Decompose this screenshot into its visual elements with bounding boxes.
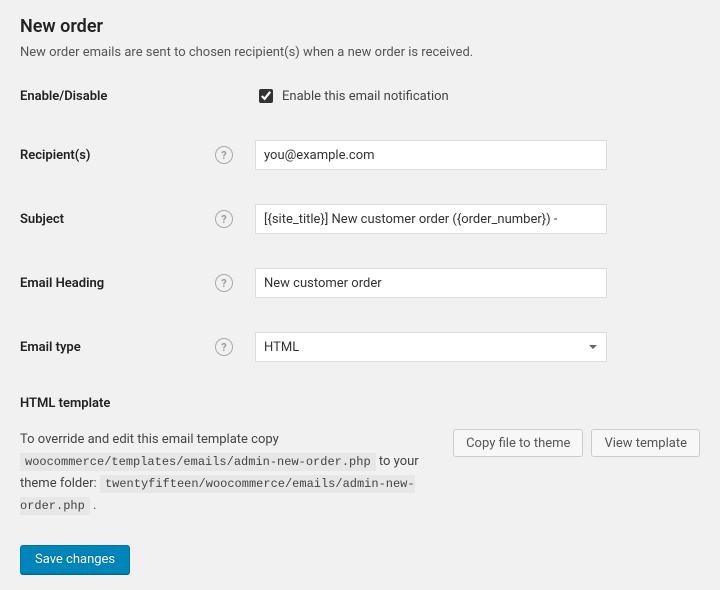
heading-input[interactable] xyxy=(255,268,607,298)
help-icon[interactable]: ? xyxy=(215,146,233,164)
subject-input[interactable] xyxy=(255,204,607,234)
enable-checkbox[interactable] xyxy=(259,89,273,103)
view-template-button[interactable]: View template xyxy=(591,429,700,457)
help-icon[interactable]: ? xyxy=(215,274,233,292)
template-text: To override and edit this email template… xyxy=(20,429,437,517)
help-icon[interactable]: ? xyxy=(215,210,233,228)
page-title: New order xyxy=(20,16,700,37)
recipients-label: Recipient(s) xyxy=(20,148,215,163)
type-select[interactable]: HTML xyxy=(255,332,607,362)
template-code-source: woocommerce/templates/emails/admin-new-o… xyxy=(20,453,376,471)
enable-checkbox-label: Enable this email notification xyxy=(282,89,449,104)
page-description: New order emails are sent to chosen reci… xyxy=(20,45,700,60)
recipients-input[interactable] xyxy=(255,140,607,170)
heading-label: Email Heading xyxy=(20,276,215,291)
template-heading: HTML template xyxy=(20,396,700,411)
enable-label: Enable/Disable xyxy=(20,89,215,104)
subject-label: Subject xyxy=(20,212,215,227)
help-icon[interactable]: ? xyxy=(215,338,233,356)
copy-file-button[interactable]: Copy file to theme xyxy=(453,429,583,457)
type-label: Email type xyxy=(20,340,215,355)
